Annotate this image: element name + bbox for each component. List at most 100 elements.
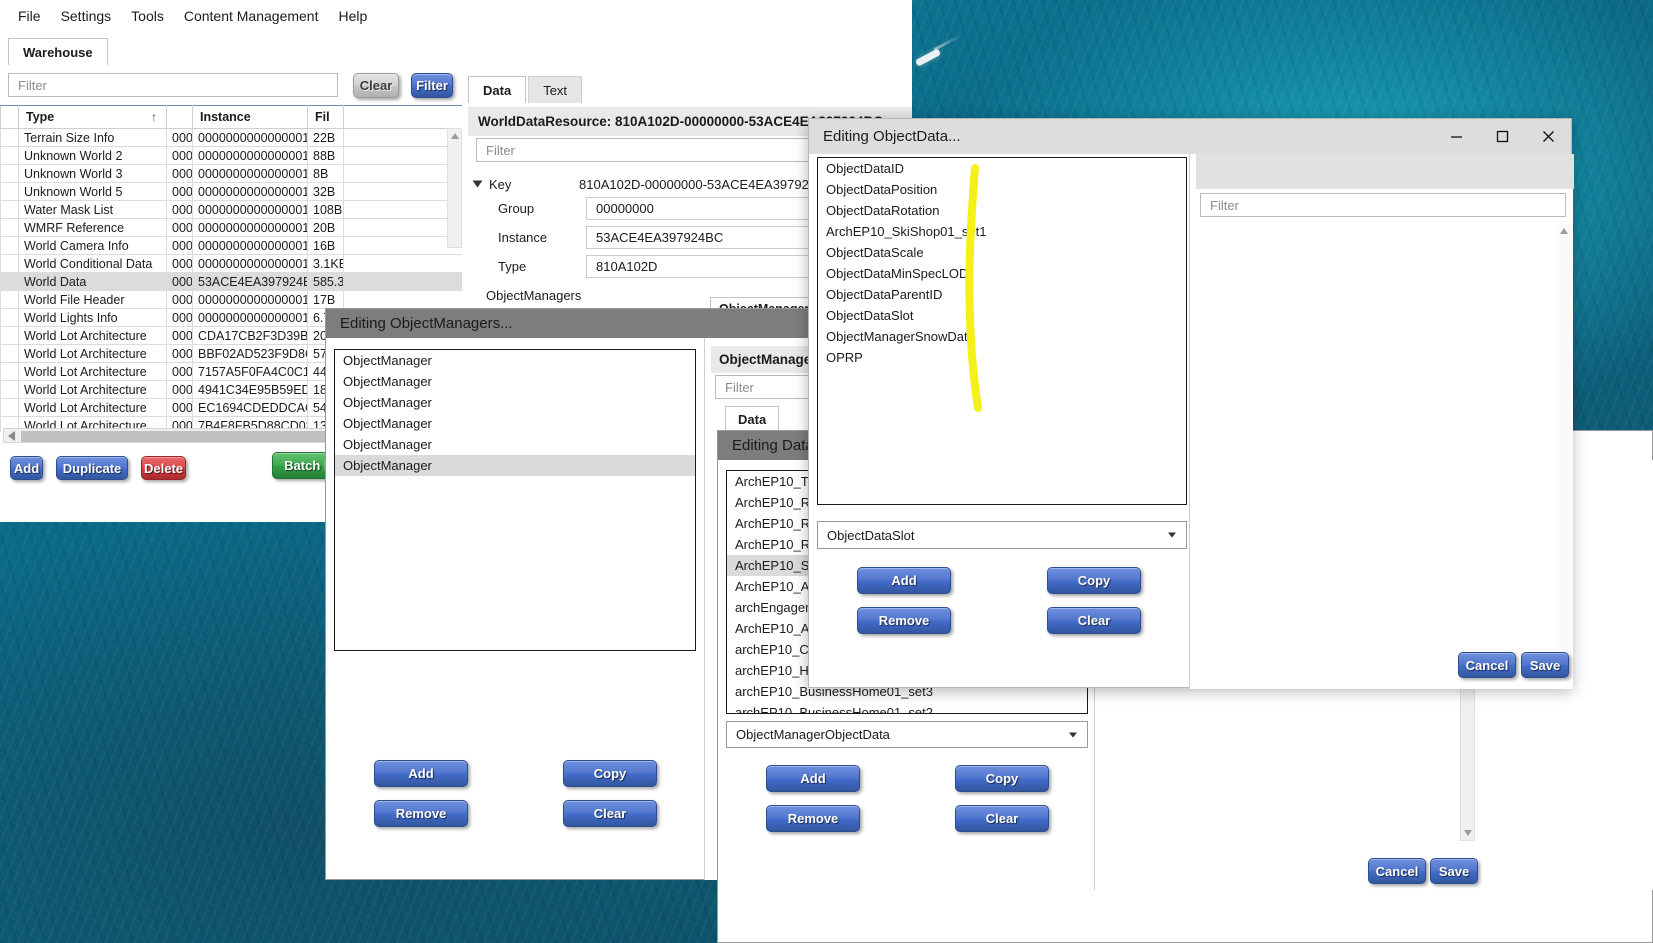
minimize-icon[interactable] (1433, 119, 1479, 154)
list-item[interactable]: ObjectManager (335, 392, 695, 413)
row-marker (0, 164, 19, 183)
data-copy-button[interactable]: Copy (955, 765, 1049, 792)
cell-group: 000 (166, 398, 193, 417)
objectmanagers-clear-button[interactable]: Clear (563, 800, 657, 827)
data-clear-button[interactable]: Clear (955, 805, 1049, 832)
objectdata-right-header-strip (1196, 154, 1574, 189)
menu-content-management[interactable]: Content Management (174, 4, 329, 28)
objectmanagers-listbox[interactable]: ObjectManager ObjectManager ObjectManager O… (334, 349, 696, 651)
cell-group: 000 (166, 146, 193, 165)
grid-col-group[interactable] (166, 105, 193, 129)
list-item[interactable]: ObjectManagerSnowData (818, 326, 1186, 347)
cell-group: 000 (166, 200, 193, 219)
menu-settings[interactable]: Settings (51, 4, 122, 28)
close-icon[interactable] (1525, 119, 1571, 154)
row-marker (0, 308, 19, 327)
objectdata-copy-button[interactable]: Copy (1047, 567, 1141, 594)
menu-tools[interactable]: Tools (121, 4, 174, 28)
list-item[interactable]: ObjectDataScale (818, 242, 1186, 263)
objectmanagers-add-button[interactable]: Add (374, 760, 468, 787)
cell-size: 20B (307, 218, 344, 237)
scroll-left-icon[interactable] (8, 430, 15, 441)
cell-type: Unknown World 2 (18, 146, 167, 165)
cell-instance: 0000000000000001 (192, 254, 308, 273)
row-marker (0, 362, 19, 381)
list-item[interactable]: ObjectManager (335, 413, 695, 434)
add-button[interactable]: Add (10, 456, 43, 480)
menu-help[interactable]: Help (328, 4, 377, 28)
objectdata-right-panel: Filter (1189, 154, 1574, 689)
row-marker (0, 200, 19, 219)
objectdata-add-button[interactable]: Add (857, 567, 951, 594)
menu-file[interactable]: File (8, 4, 51, 28)
objectdata-type-combo-value: ObjectDataSlot (827, 527, 915, 543)
data-type-combo[interactable]: ObjectManagerObjectData (726, 721, 1088, 748)
list-item[interactable]: ObjectDataSlot (818, 305, 1186, 326)
tab-warehouse[interactable]: Warehouse (8, 38, 108, 65)
objectdata-title: Editing ObjectData... (823, 128, 961, 145)
cell-size: 585.3K (307, 272, 344, 291)
objectdata-cancel-button[interactable]: Cancel (1458, 652, 1516, 678)
scroll-up-icon[interactable] (451, 133, 459, 139)
resource-tabstrip: Data Text (468, 76, 584, 103)
grid-col-type[interactable]: Type ↑ (18, 105, 167, 129)
list-item[interactable]: ObjectManager (335, 434, 695, 455)
list-item[interactable]: archEP10_BusinessHome01_set2 (727, 702, 1087, 713)
cell-instance: 0000000000000001 (192, 218, 308, 237)
clear-button[interactable]: Clear (353, 73, 399, 98)
list-item[interactable]: ObjectDataID (818, 158, 1186, 179)
cell-instance: 4941C34E95B59ED7 (192, 380, 308, 399)
data-save-button[interactable]: Save (1430, 858, 1478, 884)
cell-instance: EC1694CDEDDCAC1 (192, 398, 308, 417)
chevron-down-icon[interactable] (1069, 732, 1077, 737)
list-item[interactable]: ObjectDataParentID (818, 284, 1186, 305)
list-item[interactable]: ObjectManager (335, 371, 695, 392)
objectmanager-side-tab-data[interactable]: Data (725, 406, 780, 432)
delete-button[interactable]: Delete (141, 456, 186, 480)
cell-type: Water Mask List (18, 200, 167, 219)
list-item[interactable]: ObjectManager (335, 350, 695, 371)
cell-type: World Lot Architecture (18, 362, 167, 381)
objectdata-right-filter[interactable]: Filter (1200, 193, 1566, 217)
list-item[interactable]: ArchEP10_SkiShop01_set1 (818, 221, 1186, 242)
row-marker (0, 218, 19, 237)
objectdata-titlebar[interactable]: Editing ObjectData... (809, 119, 1571, 154)
data-add-button[interactable]: Add (766, 765, 860, 792)
cell-group: 000 (166, 236, 193, 255)
warehouse-filter-input[interactable]: Filter (8, 73, 338, 97)
maximize-icon[interactable] (1479, 119, 1525, 154)
objectmanagers-titlebar[interactable]: Editing ObjectManagers... (326, 309, 814, 338)
row-marker (0, 380, 19, 399)
objectdata-remove-button[interactable]: Remove (857, 607, 951, 634)
grid-vertical-scrollbar[interactable] (447, 128, 462, 248)
expander-collapse-icon[interactable] (472, 180, 483, 188)
data-cancel-button[interactable]: Cancel (1368, 858, 1426, 884)
cell-size: 8B (307, 164, 344, 183)
chevron-down-icon[interactable] (1168, 532, 1176, 538)
objectdata-type-combo[interactable]: ObjectDataSlot (817, 521, 1187, 549)
objectdata-right-scrollbar[interactable] (1557, 224, 1572, 674)
filter-button[interactable]: Filter (411, 73, 453, 98)
objectdata-listbox[interactable]: ObjectDataID ObjectDataPosition ObjectData… (817, 157, 1187, 505)
tab-text[interactable]: Text (528, 76, 583, 103)
data-remove-button[interactable]: Remove (766, 805, 860, 832)
cell-type: World Lot Architecture (18, 398, 167, 417)
objectmanagers-copy-button[interactable]: Copy (563, 760, 657, 787)
objectdata-clear-button[interactable]: Clear (1047, 607, 1141, 634)
list-item[interactable]: OPRP (818, 347, 1186, 368)
tab-data[interactable]: Data (468, 76, 527, 103)
list-item[interactable]: ObjectDataPosition (818, 179, 1186, 200)
list-item[interactable]: ObjectDataMinSpecLOD (818, 263, 1186, 284)
objectmanagers-remove-button[interactable]: Remove (374, 800, 468, 827)
cell-instance: 0000000000000001 (192, 182, 308, 201)
duplicate-button[interactable]: Duplicate (56, 456, 128, 480)
scroll-up-icon[interactable] (1560, 228, 1568, 234)
objectmanager-side-filter[interactable]: Filter (715, 375, 816, 399)
list-item[interactable]: ObjectManager (335, 455, 695, 476)
list-item[interactable]: ObjectDataRotation (818, 200, 1186, 221)
grid-col-instance[interactable]: Instance (192, 105, 308, 129)
objectdata-save-button[interactable]: Save (1521, 652, 1569, 678)
scroll-down-icon[interactable] (1464, 830, 1472, 836)
grid-col-filesize[interactable]: Fil (307, 105, 344, 129)
resource-objectmanagers-label: ObjectManagers (486, 288, 582, 303)
